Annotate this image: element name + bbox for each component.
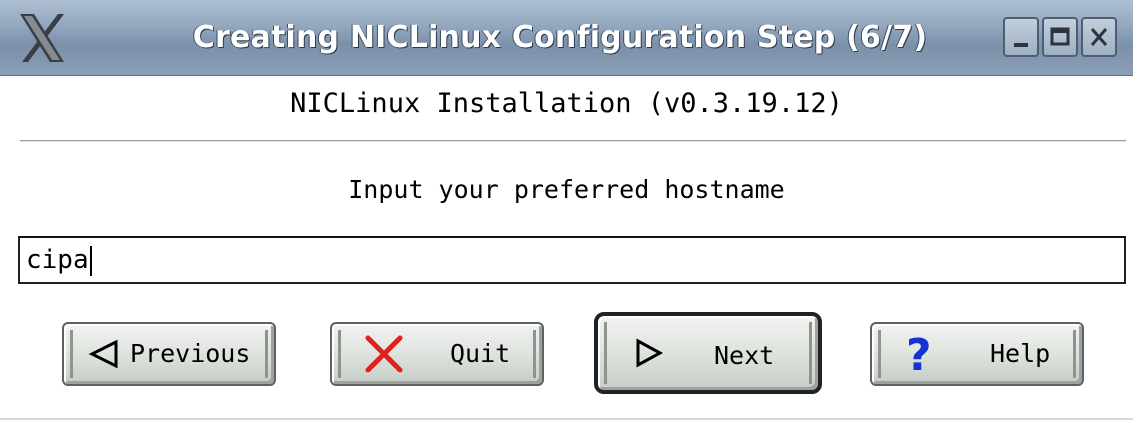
hostname-input[interactable]: cipa	[18, 236, 1126, 284]
window-title: Creating NICLinux Configuration Step (6/…	[192, 20, 928, 55]
installer-window: Creating NICLinux Configuration Step (6/…	[0, 0, 1133, 422]
quit-button[interactable]: Quit	[330, 322, 544, 386]
maximize-icon	[1050, 27, 1070, 46]
hostname-value: cipa	[26, 245, 89, 275]
right-triangle-icon	[636, 338, 664, 368]
x-logo-icon[interactable]	[14, 10, 70, 66]
minimize-button[interactable]	[1003, 17, 1039, 57]
help-label: Help	[990, 339, 1051, 368]
question-mark-icon: ?	[906, 330, 932, 376]
bottom-divider	[0, 418, 1133, 420]
minimize-icon	[1014, 43, 1028, 47]
close-icon	[1090, 28, 1108, 46]
text-caret	[89, 245, 92, 276]
svg-text:?: ?	[906, 330, 932, 376]
red-x-icon	[365, 335, 403, 373]
quit-label: Quit	[450, 339, 511, 368]
separator	[20, 140, 1126, 142]
previous-label: Previous	[130, 339, 251, 368]
title-bar[interactable]: Creating NICLinux Configuration Step (6/…	[0, 0, 1133, 76]
next-button[interactable]: Next	[594, 312, 822, 394]
left-triangle-icon	[88, 339, 118, 369]
maximize-button[interactable]	[1042, 17, 1078, 57]
installer-heading: NICLinux Installation (v0.3.19.12)	[290, 88, 843, 119]
previous-button[interactable]: Previous	[62, 322, 276, 386]
help-button[interactable]: ? Help	[870, 322, 1084, 386]
hostname-prompt: Input your preferred hostname	[348, 175, 785, 204]
window-controls	[1003, 17, 1117, 57]
close-button[interactable]	[1081, 17, 1117, 57]
next-label: Next	[714, 341, 775, 370]
